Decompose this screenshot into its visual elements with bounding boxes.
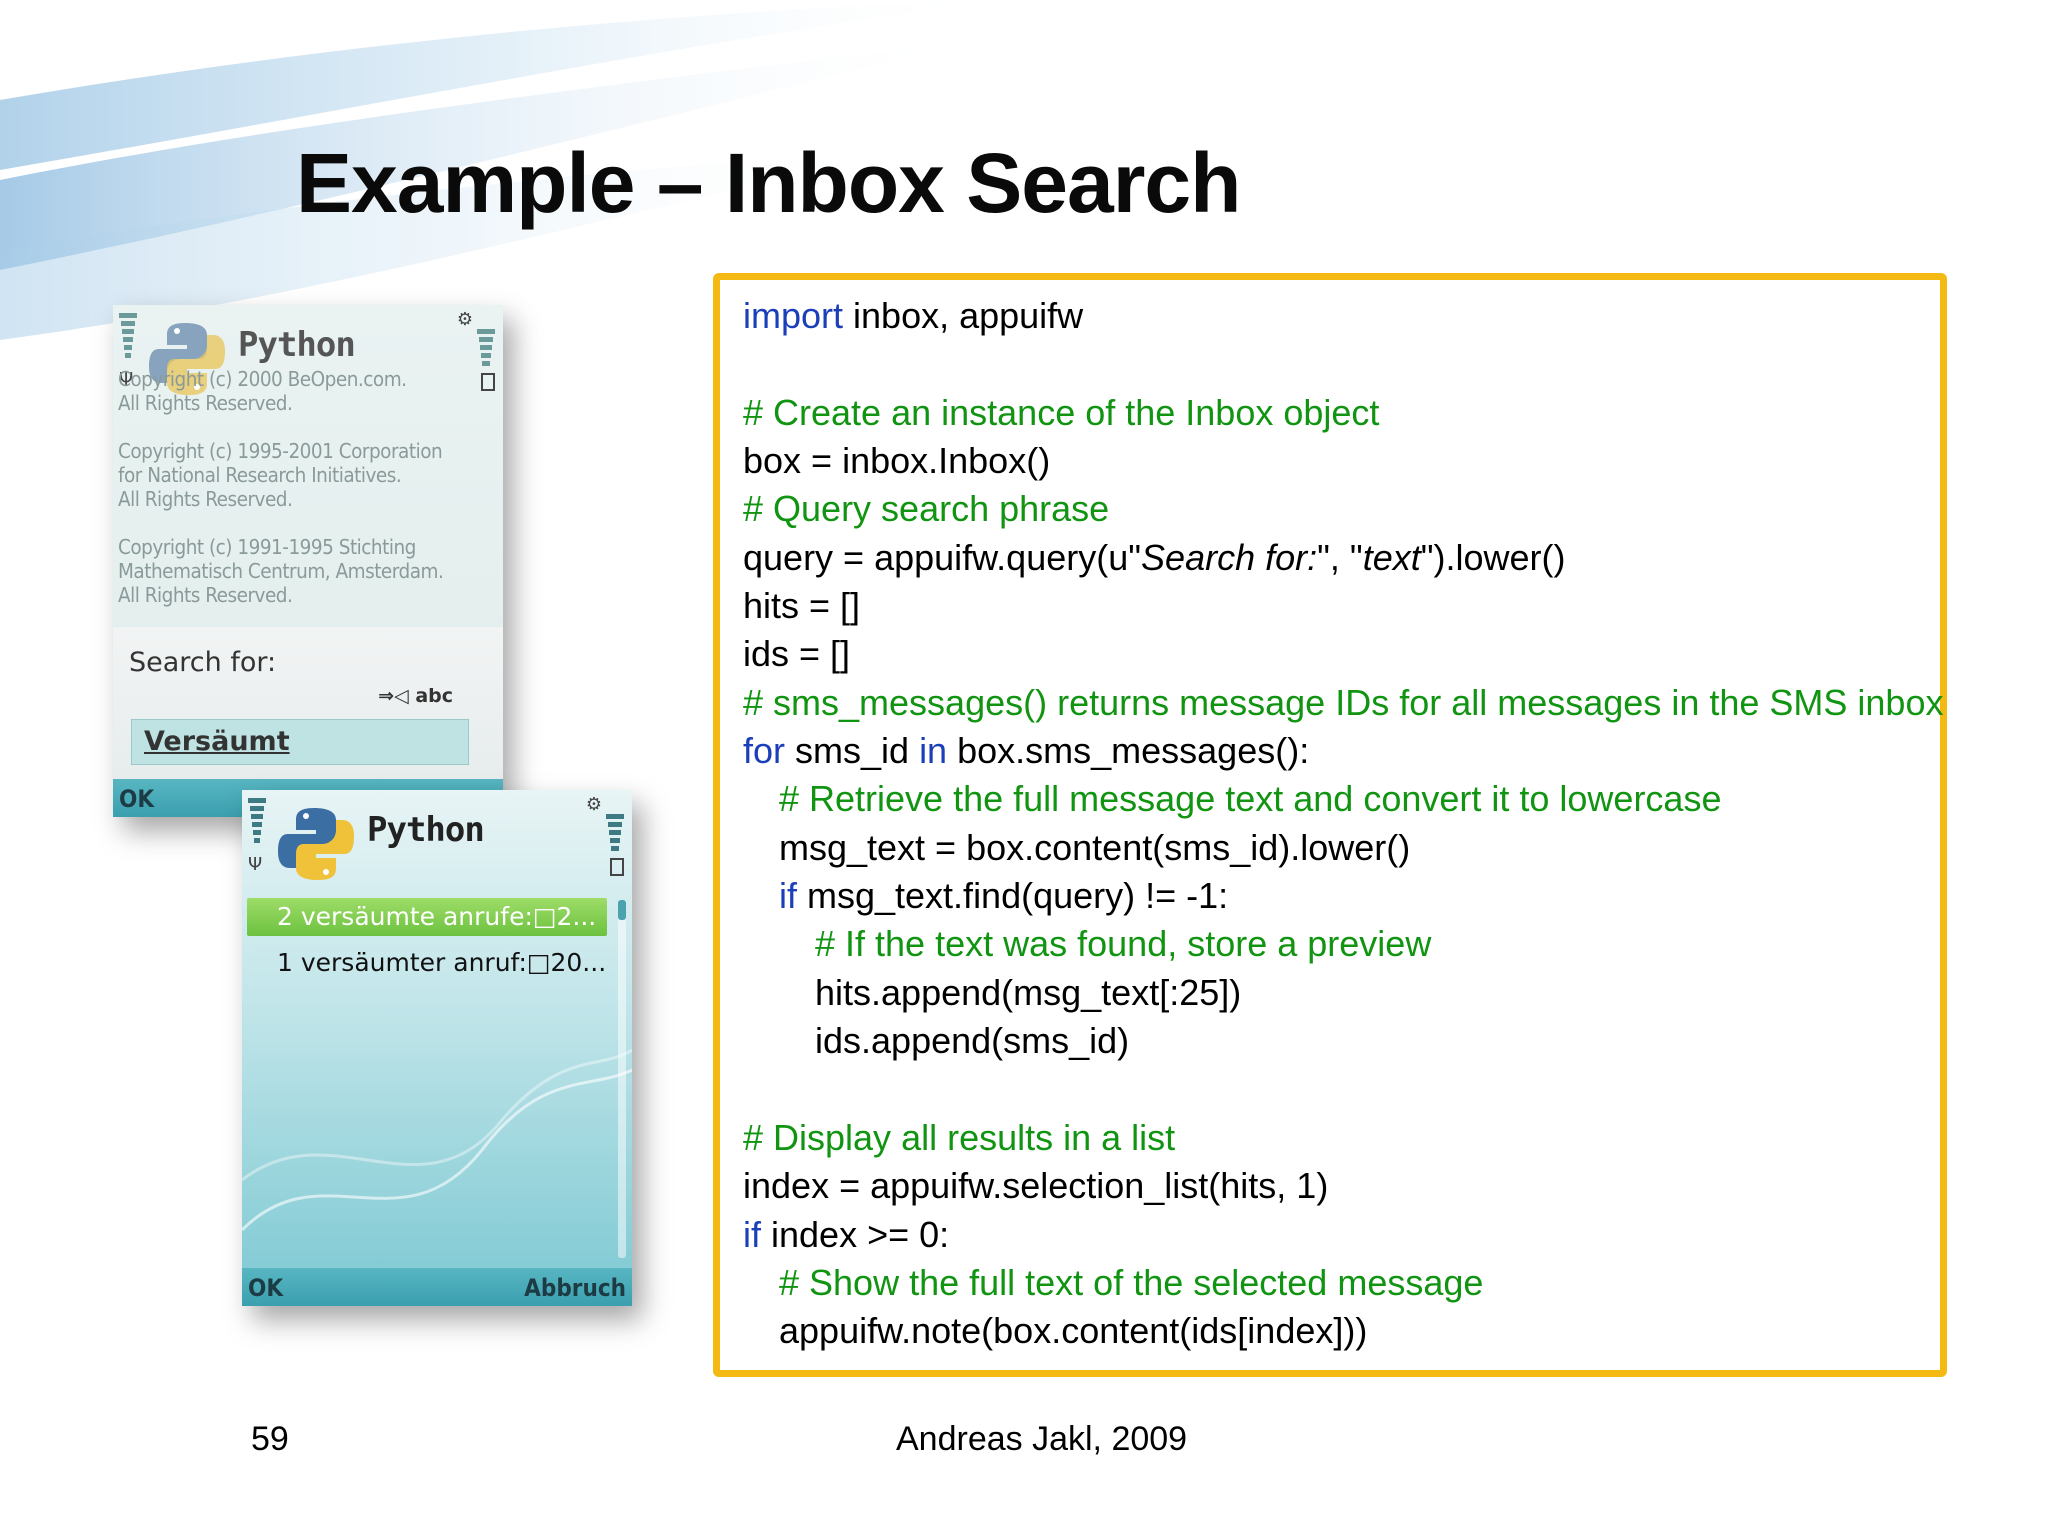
list-item[interactable]: 2 versäumte anrufe:□2... bbox=[247, 898, 607, 936]
code-text: ").lower() bbox=[1420, 537, 1566, 578]
softkey-cancel[interactable]: Abbruch bbox=[524, 1274, 626, 1302]
phone-app-title: Python bbox=[367, 810, 485, 850]
code-listing: import inbox, appuifw # Create an instan… bbox=[713, 273, 1947, 1377]
results-list: 2 versäumte anrufe:□2... 1 versäumter an… bbox=[247, 898, 607, 990]
code-comment: # If the text was found, store a preview bbox=[815, 923, 1432, 964]
phone-screenshot-results: Ψ Python ⚙ 2 versäumte anrufe:□2... 1 ve… bbox=[242, 790, 632, 1306]
background-wave bbox=[242, 1048, 632, 1232]
code-line: query = appuifw.query(u"Search for:", "t… bbox=[743, 534, 1566, 582]
code-keyword: for bbox=[743, 730, 786, 771]
code-line: appuifw.note(box.content(ids[index])) bbox=[779, 1310, 1368, 1351]
footer-author: Andreas Jakl, 2009 bbox=[896, 1420, 1188, 1458]
query-input-value: Versäumt bbox=[144, 726, 290, 757]
battery-bars-icon bbox=[606, 814, 624, 851]
phone-screenshot-query: Ψ Python ⚙ Copyright (c) 2000 BeOpen.com… bbox=[113, 305, 503, 817]
query-dialog: Search for: ⇒◁ abc Versäumt bbox=[113, 627, 503, 787]
scrollbar[interactable] bbox=[618, 900, 626, 1258]
code-text: msg_text.find(query) != -1: bbox=[797, 875, 1229, 916]
page-number: 59 bbox=[251, 1420, 289, 1458]
gear-icon: ⚙ bbox=[456, 309, 473, 330]
code-text: index >= 0: bbox=[761, 1214, 950, 1255]
query-label: Search for: bbox=[129, 647, 277, 678]
softkey-bar: OK Abbruch bbox=[242, 1268, 632, 1306]
code-line: box = inbox.Inbox() bbox=[743, 440, 1051, 481]
code-string: text bbox=[1362, 537, 1421, 578]
slide-title: Example – Inbox Search bbox=[296, 136, 1241, 230]
credits-text: Copyright (c) 2000 BeOpen.com. All Right… bbox=[118, 367, 498, 631]
credit-block: Copyright (c) 2000 BeOpen.com. All Right… bbox=[118, 367, 407, 415]
credit-block: Copyright (c) 1991-1995 Stichting Mathem… bbox=[118, 535, 444, 607]
code-text: sms_id bbox=[785, 730, 920, 771]
code-string: Search for: bbox=[1141, 537, 1318, 578]
code-text: box.sms_messages(): bbox=[947, 730, 1310, 771]
code-line: hits = [] bbox=[743, 585, 861, 626]
credit-block: Copyright (c) 1995-2001 Corporation for … bbox=[118, 439, 443, 511]
code-line: if index >= 0: bbox=[743, 1211, 949, 1259]
phone-app-title: Python bbox=[238, 325, 356, 365]
python-logo-icon bbox=[278, 808, 354, 880]
phone-header: Ψ Python ⚙ bbox=[242, 790, 632, 880]
code-comment: # sms_messages() returns message IDs for… bbox=[743, 682, 1944, 723]
code-comment: # Create an instance of the Inbox object bbox=[743, 392, 1380, 433]
code-line: if msg_text.find(query) != -1: bbox=[779, 872, 1228, 920]
gear-icon: ⚙ bbox=[585, 794, 602, 815]
softkey-ok[interactable]: OK bbox=[119, 785, 154, 813]
code-text: inbox, appuifw bbox=[843, 295, 1084, 336]
code-line: hits.append(msg_text[:25]) bbox=[815, 972, 1242, 1013]
code-comment: # Show the full text of the selected mes… bbox=[779, 1262, 1484, 1303]
signal-bars-icon bbox=[248, 798, 266, 843]
code-line: ids = [] bbox=[743, 633, 851, 674]
code-keyword: if bbox=[743, 1214, 761, 1255]
input-mode-icon: ⇒◁ abc bbox=[378, 685, 453, 707]
code-text: query = appuifw.query(u" bbox=[743, 537, 1142, 578]
code-keyword: in bbox=[919, 730, 948, 771]
query-input[interactable]: Versäumt bbox=[131, 719, 469, 765]
code-keyword: if bbox=[779, 875, 797, 916]
code-text: ", " bbox=[1317, 537, 1363, 578]
list-item[interactable]: 1 versäumter anruf:□20... bbox=[247, 944, 607, 982]
scrollbar-thumb[interactable] bbox=[618, 900, 626, 920]
code-comment: # Display all results in a list bbox=[743, 1117, 1176, 1158]
antenna-icon: Ψ bbox=[248, 854, 263, 875]
code-comment: # Retrieve the full message text and con… bbox=[779, 778, 1722, 819]
signal-bars-icon bbox=[119, 313, 137, 358]
code-line: msg_text = box.content(sms_id).lower() bbox=[779, 827, 1411, 868]
code-comment: # Query search phrase bbox=[743, 488, 1110, 529]
softkey-ok[interactable]: OK bbox=[248, 1274, 283, 1302]
code-keyword: import bbox=[743, 295, 844, 336]
code-line: index = appuifw.selection_list(hits, 1) bbox=[743, 1165, 1329, 1206]
code-line: ids.append(sms_id) bbox=[815, 1020, 1130, 1061]
code-line: for sms_id in box.sms_messages(): bbox=[743, 727, 1309, 775]
code-line: import inbox, appuifw bbox=[743, 292, 1083, 340]
